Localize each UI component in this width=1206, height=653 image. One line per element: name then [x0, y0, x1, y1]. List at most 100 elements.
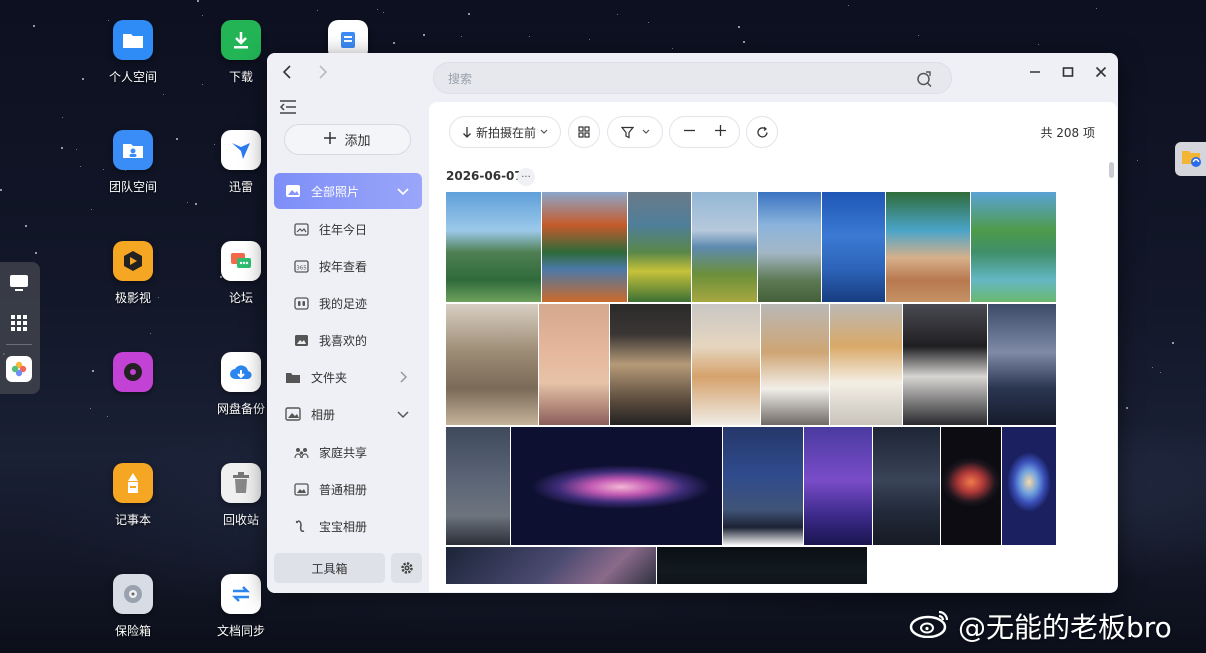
scrollbar[interactable] — [1109, 162, 1114, 178]
footprint-icon — [293, 295, 309, 311]
star — [383, 12, 384, 13]
sidebar-item-by-year[interactable]: 365 按年查看 — [274, 248, 422, 284]
star — [163, 94, 164, 95]
desktop-icon-label: 文档同步 — [216, 624, 265, 638]
photo-thumbnail[interactable] — [761, 304, 829, 425]
desktop-icon-label: 保险箱 — [114, 624, 151, 638]
photo-thumbnail[interactable] — [758, 192, 821, 302]
sidebar-item-favorites[interactable]: 我喜欢的 — [274, 322, 422, 358]
minimize-icon — [1030, 71, 1040, 73]
zoom-out-button[interactable] — [683, 125, 695, 139]
sidebar-item-label: 宝宝相册 — [319, 519, 368, 534]
photo-thumbnail[interactable] — [804, 427, 872, 545]
photo-thumbnail[interactable] — [903, 304, 987, 425]
close-button[interactable] — [1091, 62, 1111, 82]
zoom-control — [669, 116, 740, 148]
photo-thumbnail[interactable] — [873, 427, 940, 545]
sidebar-item-baby-album[interactable]: 宝宝相册 — [274, 508, 422, 544]
thunder-icon — [221, 130, 261, 170]
collapse-sidebar-button[interactable] — [279, 99, 297, 117]
sidebar-item-all-photos[interactable]: 全部照片 — [274, 173, 422, 209]
forward-button[interactable] — [312, 61, 334, 83]
photo-thumbnail[interactable] — [692, 192, 757, 302]
maximize-button[interactable] — [1058, 62, 1078, 82]
photo-thumbnail[interactable] — [446, 427, 510, 545]
search-input[interactable]: 搜索 — [433, 62, 952, 94]
sidebar-item-normal-album[interactable]: 普通相册 — [274, 471, 422, 507]
photo-thumbnail[interactable] — [723, 427, 803, 545]
star — [468, 13, 470, 15]
photo-content-area: 新拍摄在前 共 208 项 2026-06-07 ··· — [429, 102, 1117, 592]
sidebar-item-footprints[interactable]: 我的足迹 — [274, 285, 422, 321]
photo-thumbnail[interactable] — [628, 192, 691, 302]
photo-thumbnail[interactable] — [511, 427, 722, 545]
sidebar-item-folders[interactable]: 文件夹 — [274, 359, 422, 395]
star — [35, 252, 37, 254]
settings-button[interactable] — [391, 553, 422, 583]
star — [848, 5, 849, 6]
sidebar-item-label: 全部照片 — [311, 184, 360, 199]
photo-thumbnail[interactable] — [610, 304, 691, 425]
minimize-button[interactable] — [1025, 62, 1045, 82]
chevron-left-icon — [282, 65, 291, 79]
filter-dropdown[interactable] — [607, 116, 663, 148]
sidebar-item-family-share[interactable]: 家庭共享 — [274, 434, 422, 470]
sidebar-item-label: 家庭共享 — [319, 445, 368, 460]
apps-grid-icon[interactable] — [6, 310, 32, 336]
back-button[interactable] — [276, 61, 298, 83]
sidebar-item-label: 文件夹 — [311, 370, 348, 385]
photo-thumbnail[interactable] — [657, 547, 867, 584]
date-more-button[interactable]: ··· — [517, 168, 535, 186]
star — [176, 138, 178, 140]
photos-app-icon[interactable] — [6, 356, 32, 382]
photo-thumbnail[interactable] — [446, 192, 541, 302]
star — [33, 25, 35, 27]
desktop-icon-notepad[interactable]: 记事本 — [93, 463, 173, 528]
desktop-icon-music[interactable] — [93, 352, 173, 400]
side-widget[interactable] — [1175, 142, 1206, 176]
star — [1126, 407, 1128, 409]
history-icon — [293, 221, 309, 237]
photo-thumbnail[interactable] — [822, 192, 885, 302]
sidebar-item-label: 相册 — [311, 407, 336, 422]
photo-thumbnail[interactable] — [971, 192, 1056, 302]
refresh-button[interactable] — [746, 116, 778, 148]
toolbox-button[interactable]: 工具箱 — [274, 553, 385, 583]
star — [62, 117, 63, 118]
photo-thumbnail[interactable] — [542, 192, 627, 302]
desktop-icon[interactable] — [6, 270, 32, 296]
star — [672, 48, 673, 49]
photo-thumbnail[interactable] — [830, 304, 902, 425]
watermark: @无能的老板bro — [908, 606, 1172, 646]
photo-thumbnail[interactable] — [446, 304, 538, 425]
chevron-down-icon — [397, 411, 409, 419]
desktop-icon-label: 极影视 — [114, 291, 151, 305]
desktop-icon-team-space[interactable]: 团队空间 — [93, 130, 173, 195]
star — [82, 78, 84, 80]
star — [187, 202, 188, 203]
photo-thumbnail[interactable] — [886, 192, 970, 302]
sidebar-item-on-this-day[interactable]: 往年今日 — [274, 211, 422, 247]
add-button[interactable]: 添加 — [284, 124, 411, 155]
view-mode-button[interactable] — [568, 116, 600, 148]
star — [918, 35, 919, 36]
desktop-icon-label: 团队空间 — [108, 180, 157, 194]
photo-thumbnail[interactable] — [446, 547, 656, 584]
star — [743, 41, 745, 43]
zoom-in-button[interactable] — [714, 125, 726, 139]
image-search-icon[interactable] — [916, 70, 933, 87]
photo-thumbnail[interactable] — [1002, 427, 1056, 545]
photo-thumbnail[interactable] — [692, 304, 760, 425]
desktop-icon-personal-space[interactable]: 个人空间 — [93, 20, 173, 85]
sort-dropdown[interactable]: 新拍摄在前 — [449, 116, 561, 148]
photo-thumbnail[interactable] — [539, 304, 609, 425]
desktop-icon-safe[interactable]: 保险箱 — [93, 574, 173, 639]
star — [317, 10, 318, 11]
star — [197, 0, 199, 2]
photo-icon — [285, 183, 301, 199]
photo-thumbnail[interactable] — [941, 427, 1001, 545]
sidebar-item-albums[interactable]: 相册 — [274, 396, 422, 432]
desktop-icon-video[interactable]: 极影视 — [93, 241, 173, 306]
star — [107, 416, 108, 417]
photo-thumbnail[interactable] — [988, 304, 1056, 425]
